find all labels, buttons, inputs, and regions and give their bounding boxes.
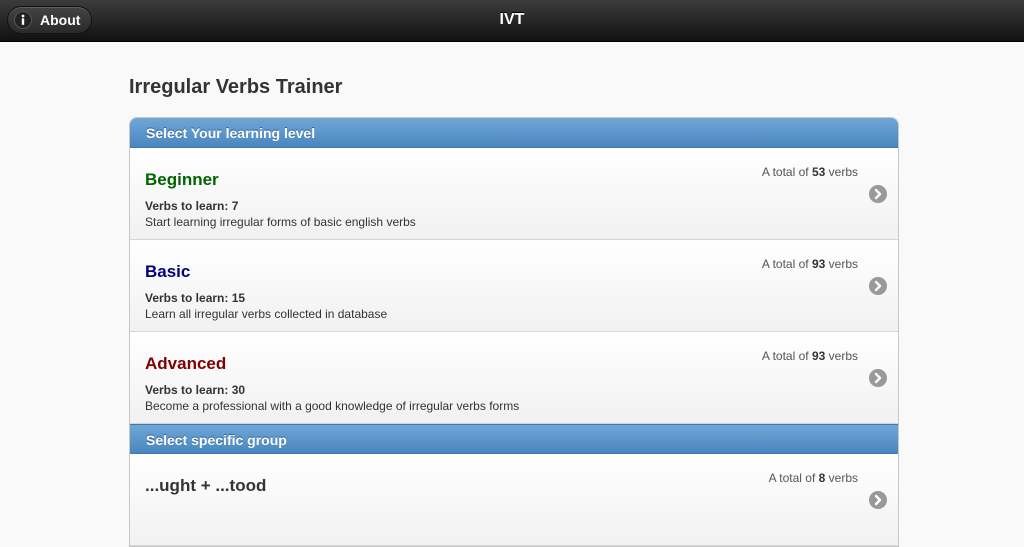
- item-name: Advanced: [145, 354, 227, 373]
- section-divider-learning-level: Select Your learning level: [130, 118, 898, 148]
- total-verbs: A total of 93 verbs: [761, 257, 858, 271]
- arrow-right-circle-icon: [869, 369, 887, 387]
- list-item-ught-tood[interactable]: ...ught + ...tood A total of 8 verbs: [130, 454, 898, 546]
- item-name: ...ught + ...tood: [145, 476, 267, 495]
- header-bar: About IVT: [0, 0, 1024, 42]
- arrow-right-circle-icon: [869, 491, 887, 509]
- section-divider-specific-group: Select specific group: [130, 424, 898, 454]
- arrow-right-circle-icon: [869, 277, 887, 295]
- item-description: Become a professional with a good knowle…: [145, 399, 520, 413]
- total-verbs: A total of 53 verbs: [761, 165, 858, 179]
- item-name: Beginner: [145, 170, 219, 189]
- item-description: Start learning irregular forms of basic …: [145, 215, 416, 229]
- verbs-to-learn: Verbs to learn: 15: [145, 291, 246, 305]
- page-title: Irregular Verbs Trainer: [129, 76, 343, 98]
- item-name: Basic: [145, 262, 191, 281]
- verbs-to-learn: Verbs to learn: 30: [145, 383, 246, 397]
- verbs-to-learn: Verbs to learn: 7: [145, 199, 239, 213]
- list-item-beginner[interactable]: Beginner Verbs to learn: 7 Start learnin…: [130, 148, 898, 240]
- level-list: Select Your learning level Beginner Verb…: [129, 117, 899, 547]
- app-title: IVT: [499, 11, 525, 28]
- list-item-advanced[interactable]: Advanced Verbs to learn: 30 Become a pro…: [130, 332, 898, 424]
- total-verbs: A total of 8 verbs: [768, 471, 858, 485]
- arrow-right-circle-icon: [869, 185, 887, 203]
- total-verbs: A total of 93 verbs: [761, 349, 858, 363]
- item-description: Learn all irregular verbs collected in d…: [145, 307, 388, 321]
- list-item-basic[interactable]: Basic Verbs to learn: 15 Learn all irreg…: [130, 240, 898, 332]
